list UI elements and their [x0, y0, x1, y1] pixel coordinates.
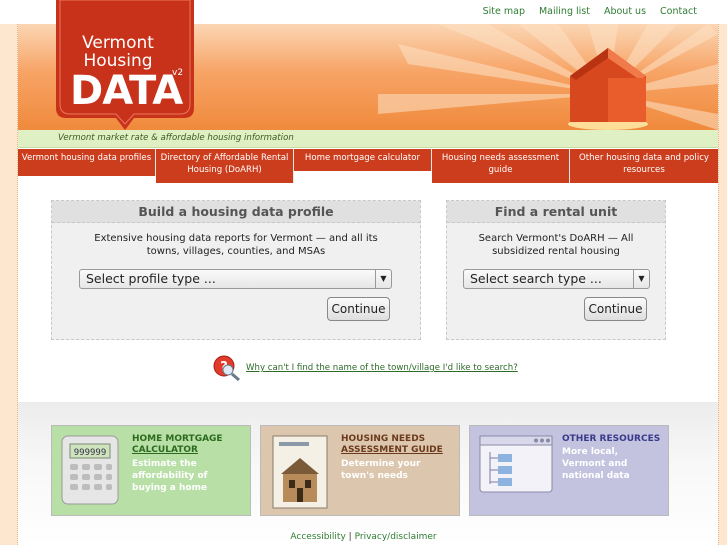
- left-margin: [0, 24, 18, 545]
- profile-continue-button[interactable]: Continue: [327, 297, 390, 321]
- nav-needs-assessment[interactable]: Housing needs assessment guide: [432, 149, 570, 183]
- nav-label: Other housing data and policy resources: [578, 153, 710, 175]
- guide-booklet-icon: [272, 435, 328, 509]
- about-us-link[interactable]: About us: [604, 6, 646, 17]
- accessibility-link[interactable]: Accessibility: [290, 532, 345, 542]
- main-nav: Vermont housing data profiles Directory …: [18, 149, 718, 183]
- window-sitemap-icon: [479, 435, 553, 493]
- contact-link[interactable]: Contact: [660, 6, 697, 17]
- promo-needs-assessment[interactable]: HOUSING NEEDS ASSESSMENT GUIDE Determine…: [260, 425, 460, 516]
- mortgage-subtitle: Estimate the affordability of buying a h…: [132, 459, 208, 493]
- logo-line1: Vermont: [82, 33, 154, 53]
- profile-select-value: Select profile type ...: [86, 271, 216, 286]
- chevron-down-icon: ▼: [375, 270, 391, 288]
- nav-housing-data-profiles[interactable]: Vermont housing data profiles: [18, 149, 156, 176]
- needs-subtitle: Determine your town's needs: [341, 459, 421, 481]
- chevron-down-icon: ▼: [633, 270, 649, 288]
- logo-text: Vermont Housing: [78, 34, 158, 70]
- site-map-link[interactable]: Site map: [483, 6, 525, 17]
- nav-other-resources[interactable]: Other housing data and policy resources: [570, 149, 718, 183]
- town-help-link[interactable]: Why can't I find the name of the town/vi…: [246, 363, 518, 373]
- mailing-list-link[interactable]: Mailing list: [539, 6, 590, 17]
- calculator-icon: 999999: [61, 435, 119, 505]
- profile-box: Build a housing data profile Extensive h…: [51, 200, 421, 340]
- other-subtitle: More local, Vermont and national data: [562, 447, 630, 481]
- rental-box: Find a rental unit Search Vermont's DoAR…: [446, 200, 666, 340]
- profile-box-title: Build a housing data profile: [52, 201, 420, 223]
- nav-label: Directory of Affordable Rental Housing (…: [160, 153, 289, 175]
- search-type-select[interactable]: Select search type ... ▼: [463, 269, 650, 289]
- mortgage-title: HOME MORTGAGE CALCULATOR: [132, 434, 223, 456]
- nav-label: Housing needs assessment guide: [441, 153, 560, 175]
- magnifier-question-icon: ?: [213, 355, 240, 382]
- profile-box-desc: Extensive housing data reports for Vermo…: [94, 233, 378, 257]
- rental-box-title: Find a rental unit: [447, 201, 665, 223]
- nav-label: Vermont housing data profiles: [21, 153, 152, 163]
- promo-mortgage-calculator[interactable]: 999999 HOME MORTGAGE CALCULATOR Estimate…: [51, 425, 251, 516]
- privacy-link[interactable]: Privacy/disclaimer: [355, 532, 437, 542]
- nav-doarh[interactable]: Directory of Affordable Rental Housing (…: [156, 149, 294, 183]
- logo-data-word: DATA: [70, 68, 183, 114]
- rental-continue-button[interactable]: Continue: [584, 297, 647, 321]
- needs-title: HOUSING NEEDS ASSESSMENT GUIDE: [341, 434, 443, 456]
- mortgage-title-line2: CALCULATOR: [132, 445, 198, 455]
- footer-separator: |: [348, 532, 352, 542]
- nav-mortgage-calculator[interactable]: Home mortgage calculator: [294, 149, 432, 171]
- needs-title-line2: ASSESSMENT GUIDE: [341, 445, 443, 455]
- needs-title-line1: HOUSING NEEDS: [341, 434, 426, 444]
- other-title: OTHER RESOURCES: [562, 434, 661, 444]
- rental-box-desc: Search Vermont's DoARH — All subsidized …: [478, 233, 634, 257]
- promo-other-resources[interactable]: OTHER RESOURCES More local, Vermont and …: [469, 425, 669, 516]
- house-icon: [568, 48, 648, 130]
- help-row: ? Why can't I find the name of the town/…: [212, 354, 518, 382]
- tagline: Vermont market rate & affordable housing…: [58, 133, 294, 143]
- mortgage-title-line1: HOME MORTGAGE: [132, 434, 223, 444]
- nav-label: Home mortgage calculator: [304, 153, 421, 163]
- footer: Accessibility | Privacy/disclaimer: [0, 532, 727, 542]
- top-links: Site map Mailing list About us Contact: [483, 6, 697, 17]
- search-select-value: Select search type ...: [470, 271, 602, 286]
- profile-type-select[interactable]: Select profile type ... ▼: [79, 269, 392, 289]
- calculator-display: 999999: [74, 448, 107, 458]
- page: Site map Mailing list About us Contact V…: [0, 0, 727, 545]
- logo-version: v2: [172, 68, 184, 78]
- tagline-bar: Vermont market rate & affordable housing…: [18, 130, 718, 148]
- right-margin: [718, 24, 727, 545]
